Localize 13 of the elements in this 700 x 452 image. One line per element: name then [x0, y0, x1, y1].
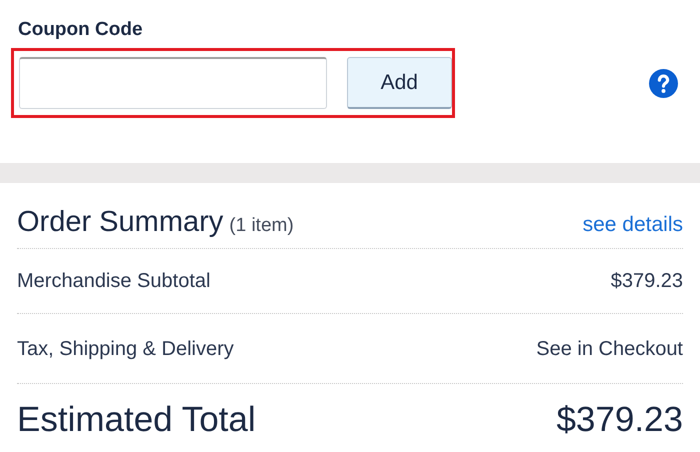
summary-label: Merchandise Subtotal [17, 269, 210, 294]
help-icon[interactable] [649, 68, 678, 98]
summary-value: See in Checkout [536, 336, 683, 362]
summary-value: $379.23 [610, 269, 683, 294]
total-label: Estimated Total [17, 398, 256, 441]
item-count: (1 item) [229, 214, 294, 238]
field-label: Coupon Code [18, 18, 144, 42]
section-title: Order Summary [17, 204, 224, 238]
add-button[interactable]: Add [346, 57, 452, 109]
summary-label: Tax, Shipping & Delivery [17, 336, 234, 362]
see-details-link[interactable]: see details [582, 208, 683, 240]
total-value: $379.23 [556, 398, 683, 441]
coupon-input-field[interactable] [19, 57, 327, 109]
